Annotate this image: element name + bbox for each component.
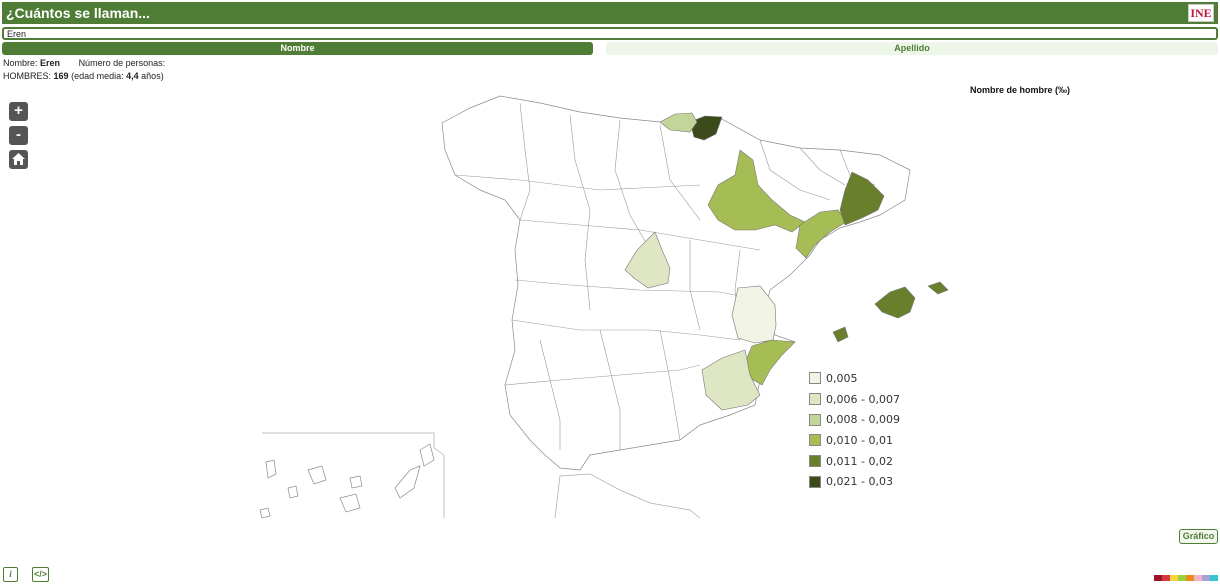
legend-item: 0,010 - 0,01	[809, 430, 900, 451]
legend-label: 0,010 - 0,01	[826, 433, 893, 447]
info-icon[interactable]: i	[3, 567, 18, 582]
palette-swatch	[1202, 575, 1210, 581]
legend-item: 0,021 - 0,03	[809, 471, 900, 492]
legend-title: Nombre de hombre (‰)	[970, 85, 1071, 95]
legend-item: 0,008 - 0,009	[809, 409, 900, 430]
palette-swatch	[1162, 575, 1170, 581]
legend-swatch	[809, 455, 821, 468]
palette-swatch	[1170, 575, 1178, 581]
palette-swatch	[1154, 575, 1162, 581]
palette-swatch	[1186, 575, 1194, 581]
region-ibiza[interactable]	[832, 326, 849, 343]
embed-code-icon[interactable]: </>	[32, 567, 49, 582]
legend-item: 0,011 - 0,02	[809, 451, 900, 472]
legend-swatch	[809, 475, 821, 488]
legend-label: 0,005	[826, 371, 858, 385]
legend-swatch	[809, 372, 821, 385]
grafico-button[interactable]: Gráfico	[1179, 529, 1218, 544]
legend-swatch	[809, 434, 821, 447]
legend-swatch	[809, 413, 821, 426]
legend-label: 0,021 - 0,03	[826, 475, 893, 489]
palette-swatch	[1178, 575, 1186, 581]
legend-label: 0,006 - 0,007	[826, 392, 900, 406]
legend-item: 0,005	[809, 368, 900, 389]
palette-swatch	[1194, 575, 1202, 581]
map-legend: 0,005 0,006 - 0,007 0,008 - 0,009 0,010 …	[809, 368, 900, 492]
region-valencia[interactable]	[731, 285, 777, 344]
palette-swatch	[1210, 575, 1218, 581]
legend-label: 0,011 - 0,02	[826, 454, 893, 468]
region-mallorca[interactable]	[874, 286, 916, 319]
legend-item: 0,006 - 0,007	[809, 389, 900, 410]
region-alicante[interactable]	[745, 339, 796, 386]
region-menorca[interactable]	[927, 281, 949, 295]
north-africa-outline	[554, 473, 701, 519]
legend-label: 0,008 - 0,009	[826, 413, 900, 427]
canary-islands	[259, 443, 435, 519]
color-palette	[1154, 575, 1218, 581]
legend-swatch	[809, 393, 821, 406]
